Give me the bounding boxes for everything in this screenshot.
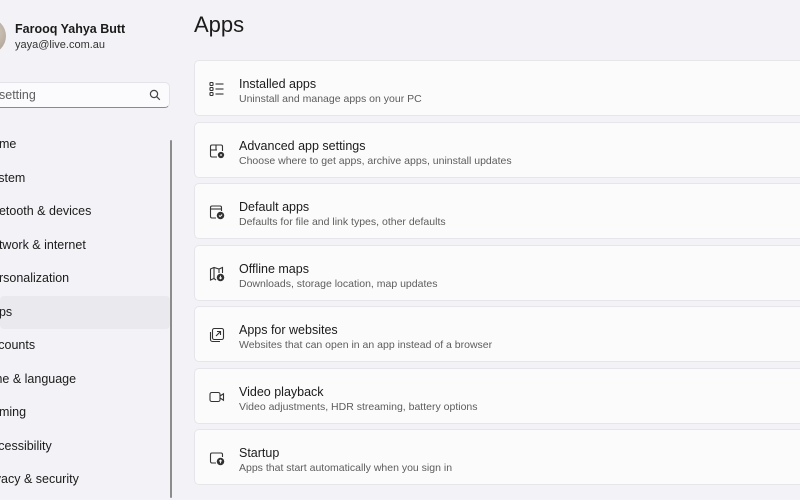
user-email: yaya@live.com.au bbox=[15, 38, 106, 51]
card-subtitle: Video adjustments, HDR streaming, batter… bbox=[239, 400, 478, 413]
card-startup[interactable]: Startup Apps that start automatically wh… bbox=[194, 429, 800, 485]
card-title: Offline maps bbox=[239, 261, 309, 276]
nav-label: uetooth & devices bbox=[0, 204, 92, 218]
video-playback-icon bbox=[208, 388, 226, 406]
nav-label: etwork & internet bbox=[0, 237, 86, 252]
card-title: Video playback bbox=[239, 384, 324, 399]
nav-label: ivacy & security bbox=[0, 472, 79, 486]
card-subtitle: Uninstall and manage apps on your PC bbox=[239, 93, 422, 105]
card-subtitle: Websites that can open in an app instead… bbox=[239, 339, 493, 351]
nav-item-accessibility[interactable]: ccessibility bbox=[0, 430, 170, 464]
offline-maps-icon bbox=[208, 265, 226, 283]
apps-for-websites-icon bbox=[208, 326, 226, 344]
card-title: Installed apps bbox=[239, 77, 317, 91]
nav-label: aming bbox=[0, 405, 27, 419]
nav-list: ome ystem uetooth & devices etwork & int… bbox=[0, 128, 170, 497]
card-title: Default apps bbox=[239, 200, 310, 214]
card-title: Advanced app settings bbox=[239, 138, 366, 153]
card-advanced-app-settings[interactable]: Advanced app settings Choose where to ge… bbox=[194, 121, 800, 178]
card-subtitle: Choose where to get apps, archive apps, … bbox=[239, 154, 512, 167]
nav-item-bluetooth-devices[interactable]: uetooth & devices bbox=[0, 195, 170, 229]
default-apps-icon bbox=[208, 203, 226, 221]
nav-label: me & language bbox=[0, 371, 77, 386]
avatar[interactable] bbox=[0, 18, 6, 54]
search-icon[interactable] bbox=[149, 89, 161, 101]
nav-item-network-internet[interactable]: etwork & internet bbox=[0, 229, 170, 263]
search-text: setting bbox=[0, 88, 36, 102]
nav-label: ystem bbox=[0, 170, 26, 185]
card-apps-for-websites[interactable]: Apps for websites Websites that can open… bbox=[194, 306, 800, 362]
card-subtitle: Defaults for file and link types, other … bbox=[239, 216, 446, 228]
card-offline-maps[interactable]: Offline maps Downloads, storage location… bbox=[194, 244, 800, 301]
installed-apps-icon bbox=[208, 80, 226, 98]
user-name: Farooq Yahya Butt bbox=[15, 21, 126, 36]
nav-item-personalization[interactable]: ersonalization bbox=[0, 262, 170, 296]
card-default-apps[interactable]: Default apps Defaults for file and link … bbox=[194, 183, 800, 239]
nav-label: ccessibility bbox=[0, 438, 52, 453]
nav-item-time-language[interactable]: me & language bbox=[0, 363, 170, 397]
card-subtitle: Downloads, storage location, map updates bbox=[239, 277, 438, 290]
nav-label: pps bbox=[0, 304, 13, 319]
sidebar: Farooq Yahya Butt yaya@live.com.au setti… bbox=[0, 0, 190, 500]
nav-item-accounts[interactable]: ccounts bbox=[0, 329, 170, 363]
nav-item-apps[interactable]: pps bbox=[0, 295, 170, 329]
nav-item-home[interactable]: ome bbox=[0, 128, 170, 162]
card-video-playback[interactable]: Video playback Video adjustments, HDR st… bbox=[194, 367, 800, 424]
card-title: Startup bbox=[239, 446, 280, 460]
nav-item-privacy-security[interactable]: ivacy & security bbox=[0, 463, 170, 497]
nav-item-gaming[interactable]: aming bbox=[0, 396, 170, 430]
nav-label: ersonalization bbox=[0, 271, 70, 285]
nav-item-system[interactable]: ystem bbox=[0, 162, 170, 196]
user-profile[interactable]: Farooq Yahya Butt yaya@live.com.au bbox=[0, 18, 125, 54]
nav-label: ome bbox=[0, 137, 17, 151]
card-installed-apps[interactable]: Installed apps Uninstall and manage apps… bbox=[194, 60, 800, 116]
card-title: Apps for websites bbox=[239, 323, 338, 337]
startup-icon bbox=[208, 449, 226, 467]
sidebar-scrollbar[interactable] bbox=[170, 140, 172, 498]
nav-label: ccounts bbox=[0, 338, 36, 352]
settings-cards: Installed apps Uninstall and manage apps… bbox=[194, 60, 800, 491]
card-subtitle: Apps that start automatically when you s… bbox=[239, 462, 453, 474]
page-title: Apps bbox=[194, 12, 245, 37]
search-input[interactable]: setting bbox=[0, 82, 170, 108]
advanced-app-settings-icon bbox=[208, 142, 226, 160]
